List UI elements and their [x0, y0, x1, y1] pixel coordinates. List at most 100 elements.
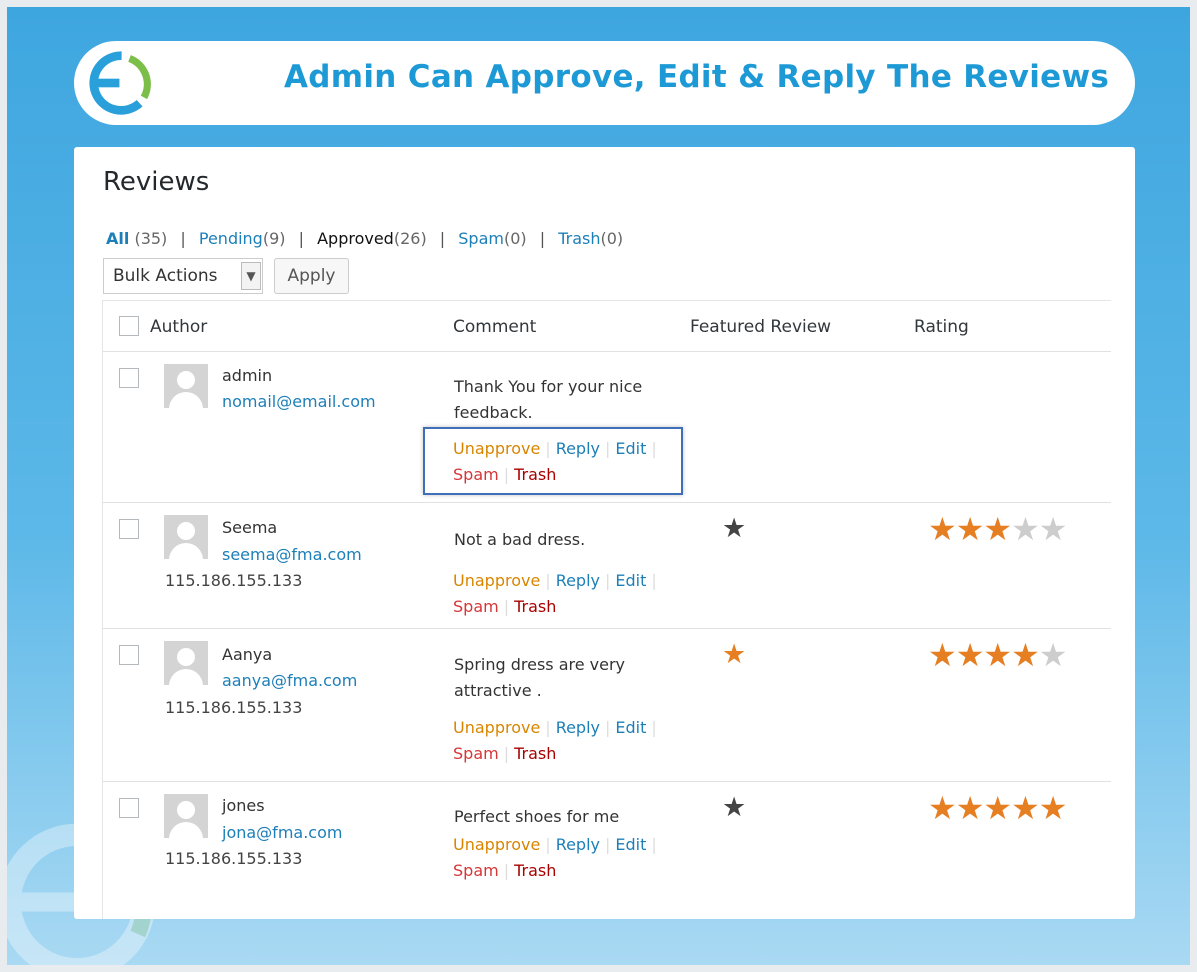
author-ip: 115.186.155.133 [165, 571, 303, 590]
author-name: Aanya [222, 645, 273, 664]
trash-link[interactable]: Trash [514, 597, 556, 616]
action-separator: | [545, 718, 551, 737]
brand-logo-icon [89, 51, 151, 115]
filter-separator: | [539, 229, 546, 248]
column-comment: Comment [453, 317, 537, 337]
author-email[interactable]: nomail@email.com [222, 392, 376, 411]
star-filled-icon: ★ [928, 510, 957, 548]
table-row: jones jona@fma.com 115.186.155.133 Perfe… [103, 782, 1111, 919]
action-separator: | [651, 835, 657, 854]
star-filled-icon: ★ [955, 510, 985, 548]
filter-all-count: (35) [134, 229, 168, 248]
reply-link[interactable]: Reply [556, 835, 600, 854]
star-filled-icon: ★ [955, 789, 985, 827]
unapprove-link[interactable]: Unapprove [453, 718, 540, 737]
unapprove-link[interactable]: Unapprove [453, 835, 540, 854]
spam-link[interactable]: Spam [453, 597, 499, 616]
action-separator: | [545, 835, 551, 854]
action-separator: | [605, 571, 611, 590]
star-empty-icon: ★ [1038, 510, 1068, 548]
apply-button[interactable]: Apply [274, 258, 349, 294]
filter-trash-count: (0) [600, 229, 624, 248]
action-separator: | [605, 718, 611, 737]
trash-link[interactable]: Trash [514, 744, 556, 763]
column-author: Author [150, 317, 208, 337]
filter-pending[interactable]: Pending [199, 229, 263, 248]
banner: Admin Can Approve, Edit & Reply The Revi… [74, 41, 1135, 125]
default-avatar-icon [164, 515, 208, 559]
action-separator: | [651, 718, 657, 737]
comment-text: Spring dress are very attractive . [454, 655, 626, 700]
edit-link[interactable]: Edit [615, 718, 646, 737]
filter-pending-count: (9) [262, 229, 286, 248]
row-actions: Unapprove | Reply | Edit | Spam | Trash [453, 715, 662, 767]
author-email[interactable]: aanya@fma.com [222, 671, 357, 690]
rating-stars: ★★★★★ [928, 636, 1068, 674]
reply-link[interactable]: Reply [556, 718, 600, 737]
table-row: Aanya aanya@fma.com 115.186.155.133 Spri… [103, 629, 1111, 782]
row-checkbox[interactable] [119, 368, 139, 388]
star-filled-icon: ★ [1011, 636, 1040, 674]
author-name: Seema [222, 518, 278, 537]
star-empty-icon: ★ [1011, 510, 1040, 548]
row-checkbox[interactable] [119, 519, 139, 539]
filter-approved-count: (26) [393, 229, 427, 248]
star-filled-icon: ★ [1011, 789, 1040, 827]
column-rating: Rating [914, 317, 969, 337]
filter-separator: | [298, 229, 304, 248]
row-checkbox[interactable] [119, 645, 139, 665]
filter-spam[interactable]: Spam [458, 229, 504, 248]
table-header: Author Comment Featured Review Rating [103, 301, 1111, 352]
author-email[interactable]: jona@fma.com [222, 823, 342, 842]
comment-text: Perfect shoes for me [454, 807, 620, 826]
action-separator: | [503, 597, 510, 616]
author-ip: 115.186.155.133 [165, 849, 303, 868]
filter-spam-count: (0) [503, 229, 527, 248]
rating-stars: ★★★★★ [928, 510, 1068, 548]
filter-trash[interactable]: Trash [558, 229, 600, 248]
star-icon[interactable]: ★ [722, 794, 746, 821]
star-empty-icon: ★ [1038, 636, 1068, 674]
filter-all[interactable]: All [106, 229, 129, 248]
row-actions: Unapprove | Reply | Edit | Spam | Trash [453, 568, 662, 620]
star-filled-icon: ★ [983, 636, 1012, 674]
author-name: admin [222, 366, 273, 385]
row-actions: Unapprove | Reply | Edit | Spam | Trash [453, 832, 662, 884]
action-separator: | [605, 835, 611, 854]
star-icon[interactable]: ★ [722, 515, 746, 542]
filter-separator: | [439, 229, 446, 248]
row-checkbox[interactable] [119, 798, 139, 818]
reviews-panel: Reviews All (35) | Pending(9) | Approved… [74, 147, 1135, 919]
default-avatar-icon [164, 794, 208, 838]
column-featured: Featured Review [690, 317, 832, 337]
action-separator: | [651, 571, 657, 590]
rating-stars: ★★★★★ [928, 789, 1068, 827]
filter-approved[interactable]: Approved [317, 229, 394, 248]
author-name: jones [222, 796, 265, 815]
star-filled-icon: ★ [983, 789, 1012, 827]
bulk-actions-select[interactable]: Bulk Actions ▼ [103, 258, 263, 294]
filter-separator: | [180, 229, 186, 248]
background-frame: Admin Can Approve, Edit & Reply The Revi… [7, 7, 1190, 965]
author-email[interactable]: seema@fma.com [222, 545, 362, 564]
star-filled-icon: ★ [1038, 789, 1068, 827]
spam-link[interactable]: Spam [453, 744, 499, 763]
trash-link[interactable]: Trash [514, 861, 556, 880]
unapprove-link[interactable]: Unapprove [453, 571, 540, 590]
reply-link[interactable]: Reply [556, 571, 600, 590]
star-filled-icon: ★ [955, 636, 985, 674]
default-avatar-icon [164, 641, 208, 685]
status-filters: All (35) | Pending(9) | Approved(26) | S… [106, 229, 623, 248]
author-ip: 115.186.155.133 [165, 698, 303, 717]
star-filled-icon: ★ [928, 789, 957, 827]
star-icon[interactable]: ★ [722, 641, 746, 668]
spam-link[interactable]: Spam [453, 861, 499, 880]
comment-text: Thank You for your nice feedback. [454, 377, 643, 422]
chevron-down-icon: ▼ [241, 262, 261, 290]
banner-title: Admin Can Approve, Edit & Reply The Revi… [284, 59, 1110, 95]
default-avatar-icon [164, 364, 208, 408]
edit-link[interactable]: Edit [615, 835, 646, 854]
action-separator: | [503, 744, 510, 763]
select-all-checkbox[interactable] [119, 316, 139, 336]
edit-link[interactable]: Edit [615, 571, 646, 590]
